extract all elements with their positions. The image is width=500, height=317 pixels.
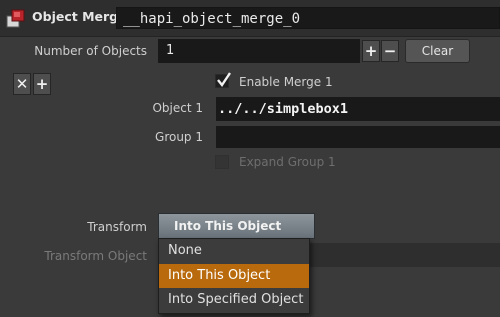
- transform-object-label: Transform Object: [44, 249, 147, 263]
- menu-item-none[interactable]: None: [159, 239, 309, 263]
- enable-merge-label: Enable Merge 1: [239, 75, 333, 89]
- expand-group-checkbox[interactable]: [215, 155, 229, 169]
- menu-item-into-specified-object[interactable]: Into Specified Object: [159, 288, 309, 312]
- object-label: Object 1: [152, 101, 203, 115]
- number-of-objects-field[interactable]: 1: [158, 39, 360, 63]
- enable-merge-checkbox[interactable]: [215, 72, 231, 88]
- expand-group-label: Expand Group 1: [239, 155, 336, 169]
- node-type-label: Object Merge: [32, 9, 127, 24]
- transform-label: Transform: [87, 220, 147, 234]
- object-merge-icon: [5, 8, 27, 28]
- insert-instance-button[interactable]: +: [33, 73, 51, 95]
- group-field[interactable]: [216, 126, 500, 148]
- menu-item-into-this-object[interactable]: Into This Object: [159, 264, 309, 288]
- remove-object-button[interactable]: −: [381, 40, 399, 62]
- node-name-field[interactable]: __hapi_object_merge_0: [116, 7, 500, 29]
- object-path-field[interactable]: ../../simplebox1: [216, 97, 500, 121]
- checkmark-icon: [217, 72, 231, 88]
- group-label: Group 1: [155, 130, 203, 144]
- number-of-objects-label: Number of Objects: [34, 44, 147, 58]
- transform-dropdown-menu: None Into This Object Into Specified Obj…: [158, 238, 310, 314]
- clear-button[interactable]: Clear: [405, 39, 470, 63]
- transform-object-field[interactable]: [300, 243, 500, 267]
- transform-menu-button[interactable]: Into This Object: [158, 213, 315, 239]
- remove-instance-button[interactable]: ✕: [13, 73, 31, 95]
- add-object-button[interactable]: +: [362, 40, 380, 62]
